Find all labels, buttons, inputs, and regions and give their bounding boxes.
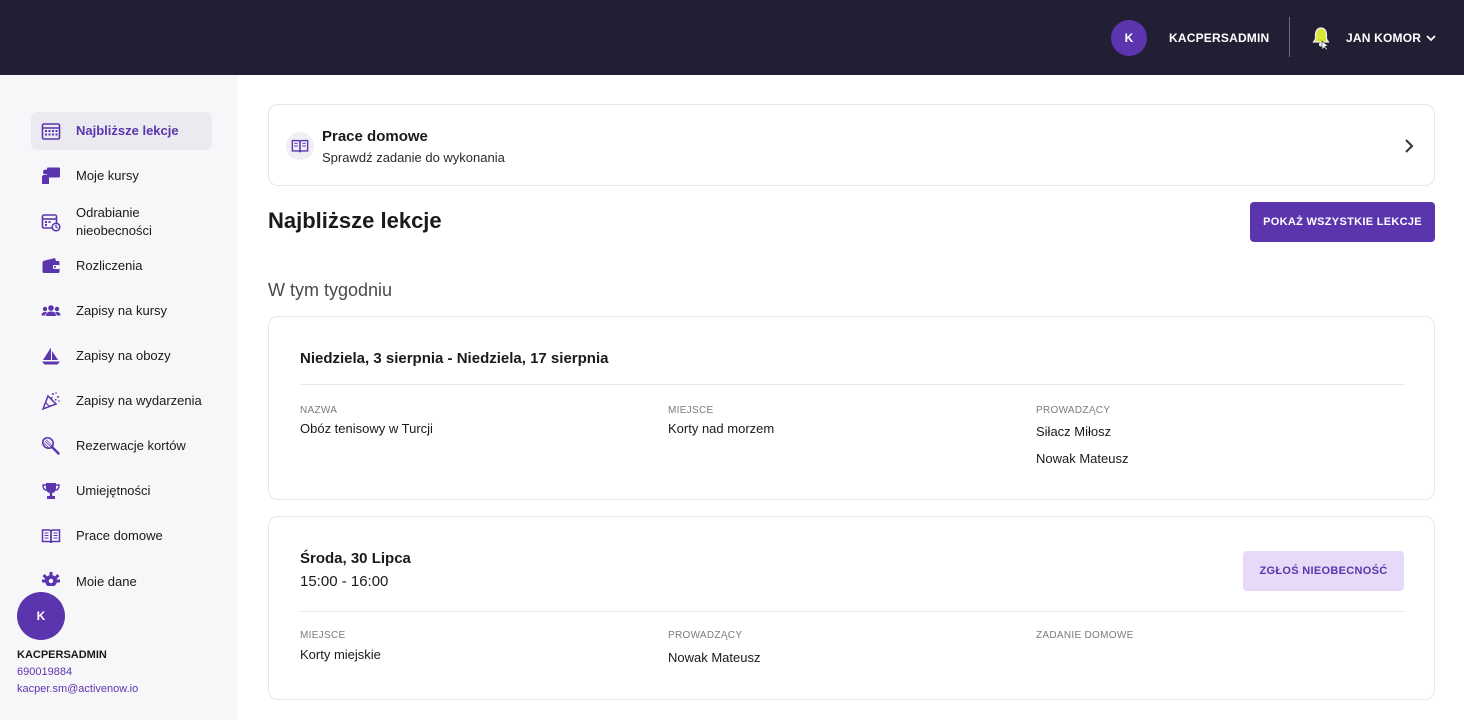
users-icon — [41, 301, 61, 321]
sidebar-item-zapisy-na-wydarzenia[interactable]: Zapisy na wydarzenia — [31, 382, 212, 420]
book-icon — [41, 526, 61, 546]
lesson-field-label: NAZWA — [300, 405, 338, 416]
sidebar-item-odrabianie-nieobecnosci[interactable]: Odrabianie nieobecności — [31, 202, 212, 242]
sidebar-item-label: Moje dane — [76, 574, 137, 586]
sidebar-item-label: Odrabianie nieobecności — [76, 205, 152, 238]
lesson-instructor: Nowak Mateusz — [1036, 451, 1129, 466]
sidebar-item-moje-kursy[interactable]: Moje kursy — [31, 157, 212, 195]
sidebar-item-label: Zapisy na kursy — [76, 303, 168, 318]
header-divider — [1289, 17, 1290, 57]
sidebar-item-label: Rozliczenia — [76, 258, 143, 273]
teacher-board-icon — [41, 166, 61, 186]
sailboat-icon — [41, 346, 61, 366]
sidebar-profile-email[interactable]: kacper.sm@activenow.io — [17, 683, 138, 695]
sidebar-item-label: Moje kursy — [76, 168, 139, 183]
lesson-date: Środa, 30 Lipca — [300, 550, 411, 567]
tennis-racket-icon — [41, 436, 61, 456]
page-title: Najbliższe lekcje — [268, 208, 442, 233]
lesson-field-label: MIEJSCE — [300, 630, 346, 641]
chevron-right-icon[interactable] — [1402, 138, 1416, 154]
book-icon — [286, 132, 314, 160]
sidebar-item-prace-domowe[interactable]: Prace domowe — [31, 517, 212, 555]
sidebar-item-rozliczenia[interactable]: Rozliczenia — [31, 247, 212, 285]
sidebar-item-label: Zapisy na wydarzenia — [76, 393, 202, 408]
lesson-card: Niedziela, 3 sierpnia - Niedziela, 17 si… — [268, 316, 1435, 500]
header-account-name[interactable]: KACPERSADMIN — [1169, 31, 1269, 45]
sidebar-profile-phone[interactable]: 690019884 — [17, 666, 72, 678]
header-avatar[interactable]: K — [1111, 20, 1147, 56]
calendar-icon — [41, 121, 61, 141]
sidebar-item-zapisy-na-kursy[interactable]: Zapisy na kursy — [31, 292, 212, 330]
bell-icon[interactable] — [1311, 25, 1331, 51]
party-popper-icon — [41, 391, 61, 411]
report-absence-button[interactable]: ZGŁOŚ NIEOBECNOŚĆ — [1243, 551, 1404, 591]
trophy-icon — [41, 481, 61, 501]
sidebar-item-rezerwacje-kortow[interactable]: Rezerwacje kortów — [31, 427, 212, 465]
sidebar-item-label: Zapisy na obozy — [76, 348, 171, 363]
lesson-divider — [300, 611, 1405, 612]
lesson-place: Korty miejskie — [300, 647, 381, 662]
sidebar-profile-name: KACPERSADMIN — [17, 649, 107, 661]
show-all-lessons-button[interactable]: POKAŻ WSZYSTKIE LEKCJE — [1250, 202, 1435, 242]
lesson-field-label: PROWADZĄCY — [668, 630, 743, 641]
lesson-name: Obóz tenisowy w Turcji — [300, 421, 433, 436]
gear-icon — [41, 571, 61, 586]
lesson-field-label: PROWADZĄCY — [1036, 405, 1111, 416]
chevron-down-icon[interactable] — [1425, 31, 1437, 43]
sidebar-item-label: Rezerwacje kortów — [76, 438, 186, 453]
sidebar-item-umiejetnosci[interactable]: Umiejętności — [31, 472, 212, 510]
sidebar-item-zapisy-na-obozy[interactable]: Zapisy na obozy — [31, 337, 212, 375]
lesson-instructor: Siłacz Miłosz — [1036, 424, 1112, 439]
homework-card-subtitle: Sprawdź zadanie do wykonania — [322, 150, 505, 165]
lesson-divider — [300, 384, 1405, 385]
lesson-field-label: MIEJSCE — [668, 405, 714, 416]
sidebar-item-label: Prace domowe — [76, 528, 163, 543]
lesson-time: 15:00 - 16:00 — [300, 573, 389, 590]
lesson-card: Środa, 30 Lipca 15:00 - 16:00 ZGŁOŚ NIEO… — [268, 516, 1435, 700]
lesson-place: Korty nad morzem — [668, 421, 775, 436]
sidebar-avatar[interactable]: K — [17, 592, 65, 640]
lesson-instructor: Nowak Mateusz — [668, 650, 761, 665]
lesson-date-range: Niedziela, 3 sierpnia - Niedziela, 17 si… — [300, 350, 609, 367]
sidebar-item-label: Najbliższe lekcje — [76, 123, 179, 138]
calendar-refresh-icon — [41, 212, 61, 232]
week-section-title: W tym tygodniu — [268, 280, 393, 300]
sidebar-item-najblizsze-lekcje[interactable]: Najbliższe lekcje — [31, 112, 212, 150]
sidebar-item-moje-dane[interactable]: Moje dane — [31, 562, 212, 586]
top-bar: K KACPERSADMIN JAN KOMOR — [0, 0, 1464, 75]
header-user-name[interactable]: JAN KOMOR — [1346, 31, 1421, 45]
sidebar-item-label: Umiejętności — [76, 483, 151, 498]
lesson-field-label: ZADANIE DOMOWE — [1036, 630, 1134, 641]
homework-card-title: Prace domowe — [322, 128, 428, 145]
wallet-icon — [41, 256, 61, 276]
homework-card[interactable]: Prace domowe Sprawdź zadanie do wykonani… — [268, 104, 1435, 186]
